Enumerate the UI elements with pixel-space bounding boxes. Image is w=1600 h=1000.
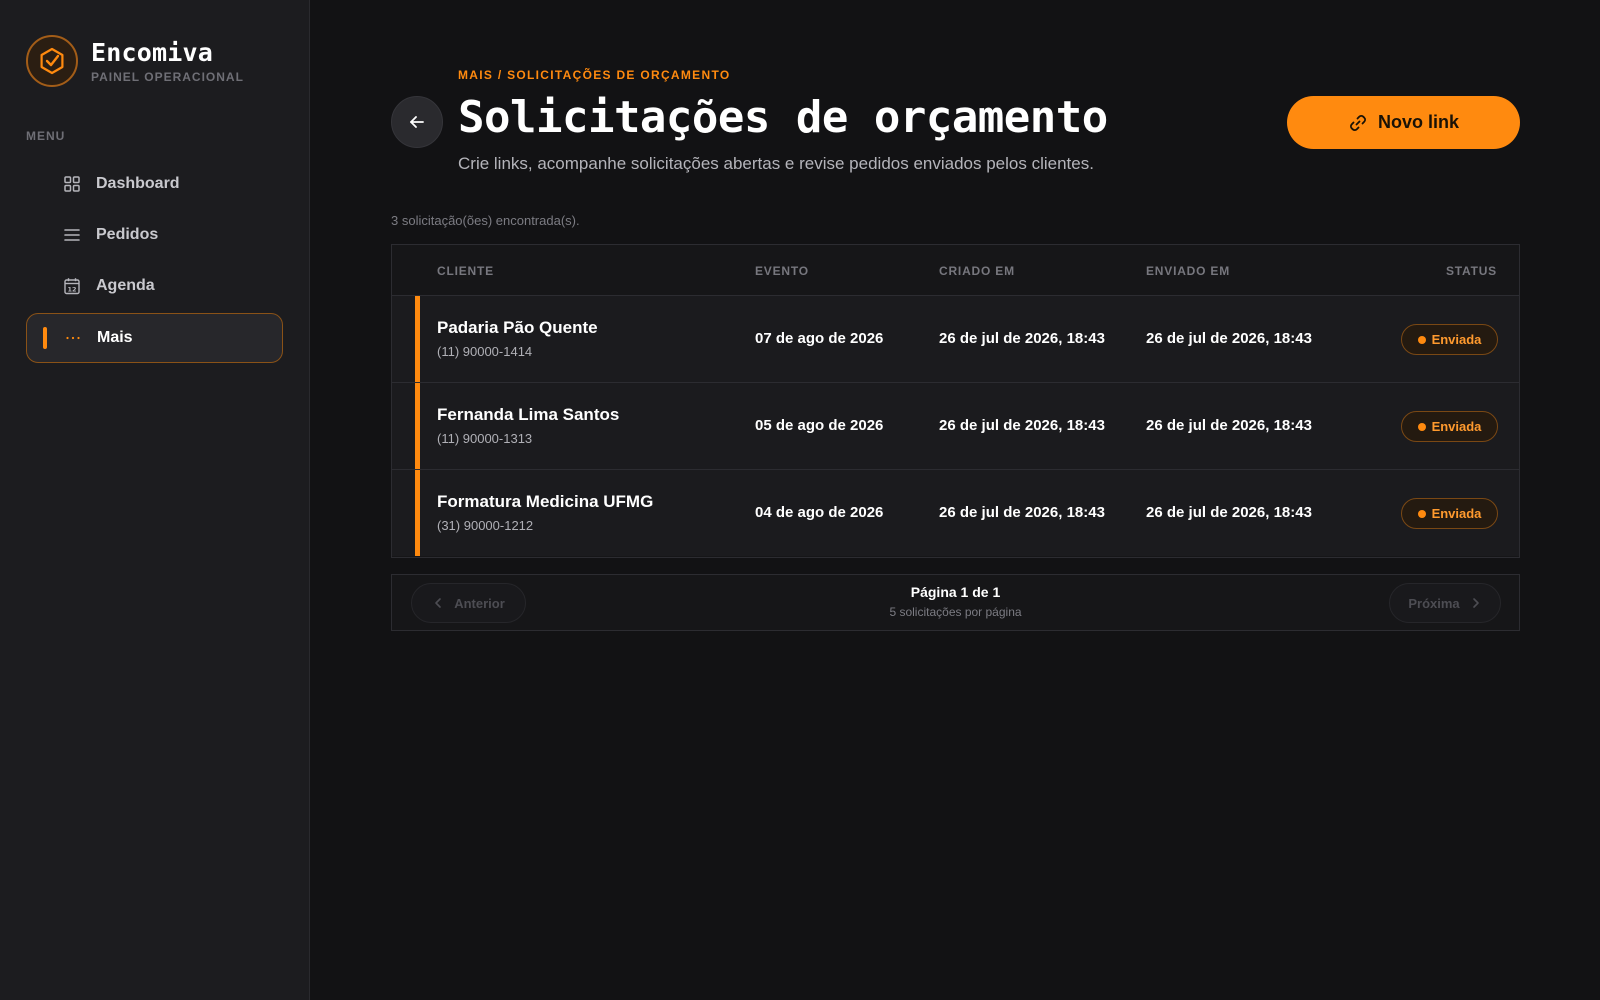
requests-table: CLIENTE EVENTO CRIADO EM ENVIADO EM STAT… <box>391 244 1520 558</box>
client-name: Fernanda Lima Santos <box>437 405 620 424</box>
client-name: Padaria Pão Quente <box>437 318 598 337</box>
arrow-left-icon <box>410 116 424 128</box>
status-dot-icon <box>1417 509 1426 518</box>
column-header-status[interactable]: STATUS <box>1446 264 1497 278</box>
brand[interactable]: Encomiva PAINEL OPERACIONAL <box>26 35 244 87</box>
calendar-icon: 12 <box>62 276 82 296</box>
table-row[interactable]: Fernanda Lima Santos (11) 90000-1313 05 … <box>392 383 1519 470</box>
sent-date: 26 de jul de 2026, 18:43 <box>1146 417 1312 434</box>
list-icon <box>62 225 82 245</box>
created-date: 26 de jul de 2026, 18:43 <box>939 417 1105 434</box>
page-indicator: Página 1 de 1 <box>910 584 1001 600</box>
active-indicator <box>43 327 47 349</box>
sidebar-item-label: Pedidos <box>96 226 159 243</box>
svg-text:12: 12 <box>67 286 76 294</box>
event-date: 07 de ago de 2026 <box>755 330 884 347</box>
event-date: 04 de ago de 2026 <box>755 504 884 521</box>
brand-name: Encomiva <box>91 38 214 67</box>
next-page-button[interactable]: Próxima <box>1389 583 1501 623</box>
sidebar-item-mais[interactable]: Mais <box>26 313 283 363</box>
status-badge: Enviada <box>1401 411 1498 442</box>
client-phone: (11) 90000-1313 <box>437 431 533 446</box>
status-badge: Enviada <box>1401 498 1498 529</box>
grid-icon <box>62 174 82 194</box>
status-label: Enviada <box>1431 332 1482 347</box>
sidebar-nav: Dashboard Pedidos 12 Agenda Mais <box>26 159 283 364</box>
back-button[interactable] <box>391 96 443 148</box>
page-info: Página 1 de 1 5 solicitações por página <box>392 584 1519 619</box>
sent-date: 26 de jul de 2026, 18:43 <box>1146 330 1312 347</box>
sidebar-item-dashboard[interactable]: Dashboard <box>26 159 283 209</box>
new-link-button[interactable]: Novo link <box>1287 96 1520 149</box>
status-dot-icon <box>1417 335 1426 344</box>
breadcrumb[interactable]: MAIS / SOLICITAÇÕES DE ORÇAMENTO <box>458 68 731 82</box>
sidebar-item-label: Dashboard <box>96 175 180 192</box>
row-accent <box>415 296 420 382</box>
row-accent <box>415 470 420 556</box>
table-row[interactable]: Formatura Medicina UFMG (31) 90000-1212 … <box>392 470 1519 556</box>
brand-logo-icon <box>26 35 78 87</box>
result-count: 3 solicitação(ões) encontrada(s). <box>391 213 580 228</box>
per-page-text: 5 solicitações por página <box>889 605 1022 619</box>
client-phone: (31) 90000-1212 <box>437 518 534 533</box>
row-accent <box>415 383 420 469</box>
menu-label: MENU <box>26 129 66 143</box>
next-page-label: Próxima <box>1408 595 1460 611</box>
pagination: Anterior Página 1 de 1 5 solicitações po… <box>391 574 1520 631</box>
brand-subtitle: PAINEL OPERACIONAL <box>91 70 244 84</box>
new-link-label: Novo link <box>1377 112 1459 132</box>
status-label: Enviada <box>1431 419 1482 434</box>
status-dot-icon <box>1417 422 1426 431</box>
event-date: 05 de ago de 2026 <box>755 417 884 434</box>
chevron-right-icon <box>1470 597 1482 609</box>
sidebar-item-pedidos[interactable]: Pedidos <box>26 210 283 260</box>
sidebar-item-agenda[interactable]: 12 Agenda <box>26 261 283 311</box>
column-header-cliente[interactable]: CLIENTE <box>437 264 494 278</box>
link-icon <box>1348 113 1368 133</box>
status-label: Enviada <box>1431 506 1482 521</box>
created-date: 26 de jul de 2026, 18:43 <box>939 504 1105 521</box>
column-header-criado-em[interactable]: CRIADO EM <box>939 264 1015 278</box>
client-name: Formatura Medicina UFMG <box>437 492 654 511</box>
page-subtitle: Crie links, acompanhe solicitações abert… <box>458 154 1094 173</box>
status-badge: Enviada <box>1401 324 1498 355</box>
created-date: 26 de jul de 2026, 18:43 <box>939 330 1105 347</box>
sent-date: 26 de jul de 2026, 18:43 <box>1146 504 1312 521</box>
page-title: Solicitações de orçamento <box>458 92 1108 143</box>
column-header-evento[interactable]: EVENTO <box>755 264 809 278</box>
table-header: CLIENTE EVENTO CRIADO EM ENVIADO EM STAT… <box>392 245 1519 296</box>
client-phone: (11) 90000-1414 <box>437 344 533 359</box>
more-dots-icon <box>63 328 83 348</box>
sidebar-item-label: Mais <box>97 329 133 346</box>
sidebar: Encomiva PAINEL OPERACIONAL MENU Dashboa… <box>0 0 310 1000</box>
table-row[interactable]: Padaria Pão Quente (11) 90000-1414 07 de… <box>392 296 1519 383</box>
sidebar-item-label: Agenda <box>96 277 155 294</box>
column-header-enviado-em[interactable]: ENVIADO EM <box>1146 264 1230 278</box>
